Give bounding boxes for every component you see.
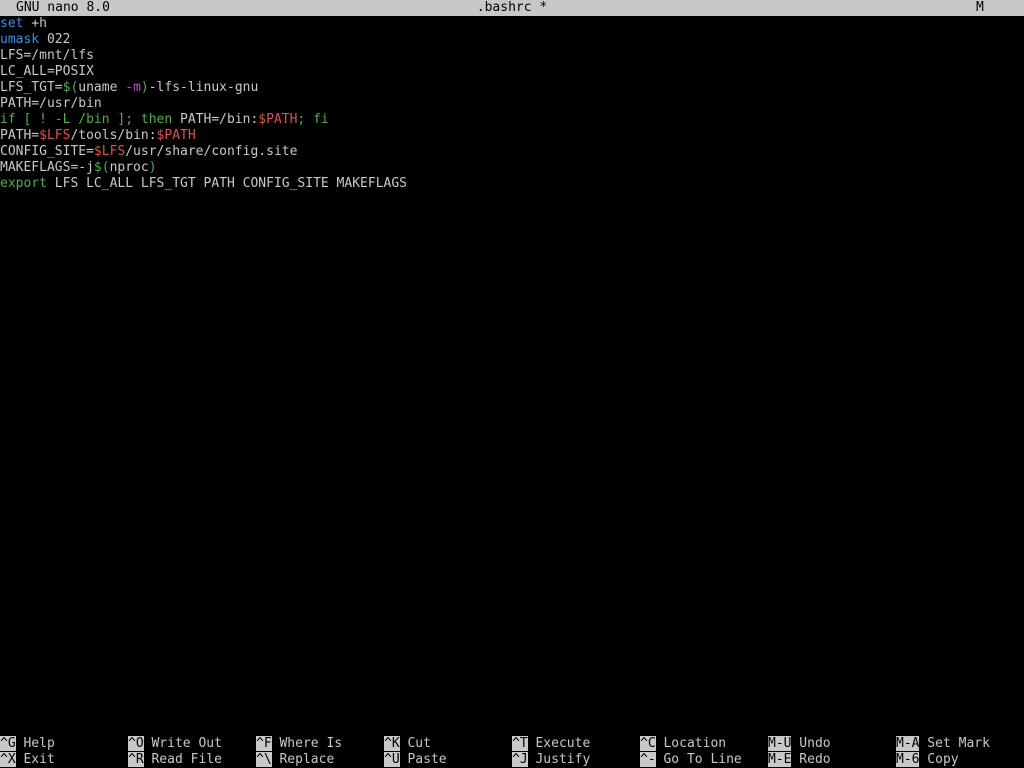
code-token: /usr/share/config.site	[125, 144, 298, 159]
shortcut-label: Write Out	[143, 736, 222, 751]
shortcut-bar: ^G Help ^X Exit ^O Write Out ^R Read File ^F…	[0, 736, 1024, 768]
code-token: +h	[23, 16, 47, 31]
code-token: PATH=	[0, 128, 40, 143]
shortcut-key: ^T	[512, 736, 528, 751]
shortcut-replace[interactable]: ^\ Replace	[256, 752, 334, 768]
code-line[interactable]: set +h	[0, 16, 1024, 32]
shortcut-redo[interactable]: M-E Redo	[768, 752, 831, 768]
code-token: $LFS	[39, 128, 71, 143]
code-token: /tools/bin:	[70, 128, 157, 143]
shortcut-label: Redo	[791, 752, 831, 767]
shortcut-label: Execute	[527, 736, 591, 751]
shortcut-copy[interactable]: M-6 Copy	[896, 752, 959, 768]
code-token: -lfs-linux-gnu	[148, 80, 259, 95]
code-line[interactable]: LC_ALL=POSIX	[0, 64, 1024, 80]
code-token: 022	[39, 32, 71, 47]
shortcut-key: ^O	[128, 736, 144, 751]
title-bar: GNU nano 8.0 .bashrc * M	[0, 0, 1024, 16]
shortcut-read-file[interactable]: ^R Read File	[128, 752, 222, 768]
code-token: ; fi	[297, 112, 329, 127]
code-line[interactable]: LFS=/mnt/lfs	[0, 48, 1024, 64]
code-token: $(	[62, 80, 79, 95]
shortcut-label: Paste	[399, 752, 447, 767]
code-line[interactable]: PATH=/usr/bin	[0, 96, 1024, 112]
shortcut-undo[interactable]: M-U Undo	[768, 736, 831, 752]
shortcut-key: ^U	[384, 752, 400, 767]
code-line[interactable]: umask 022	[0, 32, 1024, 48]
code-token: MAKEFLAGS=-j	[0, 160, 94, 175]
shortcut-label: Cut	[399, 736, 431, 751]
shortcut-label: Replace	[271, 752, 335, 767]
code-token: $PATH	[156, 128, 196, 143]
shortcut-label: Set Mark	[919, 736, 990, 751]
file-name: .bashrc *	[476, 0, 548, 15]
shortcut-key: ^G	[0, 736, 16, 751]
code-token: $(	[93, 160, 110, 175]
code-token: )	[148, 160, 157, 175]
code-token: LFS_TGT=	[0, 80, 63, 95]
code-token: CONFIG_SITE=	[0, 144, 94, 159]
shortcut-label: Justify	[527, 752, 591, 767]
shortcut-key: M-6	[896, 752, 920, 767]
code-line[interactable]: MAKEFLAGS=-j$(nproc)	[0, 160, 1024, 176]
shortcut-key: ^C	[640, 736, 656, 751]
modified-flag: M	[976, 0, 984, 15]
code-token: PATH=/bin:	[172, 112, 259, 127]
code-token: )	[140, 80, 149, 95]
shortcut-label: Go To Line	[655, 752, 742, 767]
shortcut-label: Location	[655, 736, 727, 751]
code-token: nproc	[109, 160, 149, 175]
shortcut-label: Read File	[143, 752, 222, 767]
code-token: if [ ! -L /bin ]; then	[0, 112, 173, 127]
shortcut-key: ^\	[256, 752, 272, 767]
code-line[interactable]: if [ ! -L /bin ]; then PATH=/bin:$PATH; …	[0, 112, 1024, 128]
code-line[interactable]: CONFIG_SITE=$LFS/usr/share/config.site	[0, 144, 1024, 160]
shortcut-label: Where Is	[271, 736, 343, 751]
code-token: $LFS	[93, 144, 126, 159]
shortcut-execute[interactable]: ^T Execute	[512, 736, 590, 752]
shortcut-paste[interactable]: ^U Paste	[384, 752, 447, 768]
code-token: PATH=/usr/bin	[0, 96, 102, 111]
shortcut-key: ^-	[640, 752, 656, 767]
code-token: -m	[125, 80, 141, 95]
code-token: set	[0, 16, 24, 31]
shortcut-key: ^J	[512, 752, 528, 767]
shortcut-key: ^F	[256, 736, 272, 751]
code-token: export	[0, 176, 47, 191]
shortcut-key: M-A	[896, 736, 920, 751]
shortcut-where-is[interactable]: ^F Where Is	[256, 736, 342, 752]
code-line[interactable]: export LFS LC_ALL LFS_TGT PATH CONFIG_SI…	[0, 176, 1024, 192]
shortcut-key: ^K	[384, 736, 400, 751]
shortcut-label: Help	[15, 736, 55, 751]
shortcut-label: Copy	[919, 752, 959, 767]
shortcut-key: ^R	[128, 752, 144, 767]
shortcut-help[interactable]: ^G Help	[0, 736, 55, 752]
shortcut-label: Exit	[15, 752, 55, 767]
code-token: LFS LC_ALL LFS_TGT PATH CONFIG_SITE MAKE…	[46, 176, 407, 191]
shortcut-key: M-E	[768, 752, 792, 767]
shortcut-justify[interactable]: ^J Justify	[512, 752, 590, 768]
code-line[interactable]: LFS_TGT=$(uname -m)-lfs-linux-gnu	[0, 80, 1024, 96]
shortcut-key: ^X	[0, 752, 16, 767]
shortcut-key: M-U	[768, 736, 792, 751]
code-token: uname	[78, 80, 126, 95]
shortcut-location[interactable]: ^C Location	[640, 736, 726, 752]
shortcut-exit[interactable]: ^X Exit	[0, 752, 55, 768]
code-token: $PATH	[258, 112, 298, 127]
code-token: LC_ALL=POSIX	[0, 64, 94, 79]
code-line[interactable]: PATH=$LFS/tools/bin:$PATH	[0, 128, 1024, 144]
shortcut-go-to-line[interactable]: ^- Go To Line	[640, 752, 742, 768]
code-token: LFS=/mnt/lfs	[0, 48, 94, 63]
shortcut-set-mark[interactable]: M-A Set Mark	[896, 736, 990, 752]
shortcut-cut[interactable]: ^K Cut	[384, 736, 431, 752]
shortcut-label: Undo	[791, 736, 831, 751]
code-token: umask	[0, 32, 40, 47]
shortcut-write-out[interactable]: ^O Write Out	[128, 736, 222, 752]
text-editor-area[interactable]: set +h umask 022 LFS=/mnt/lfs LC_ALL=POSIX L…	[0, 16, 1024, 728]
